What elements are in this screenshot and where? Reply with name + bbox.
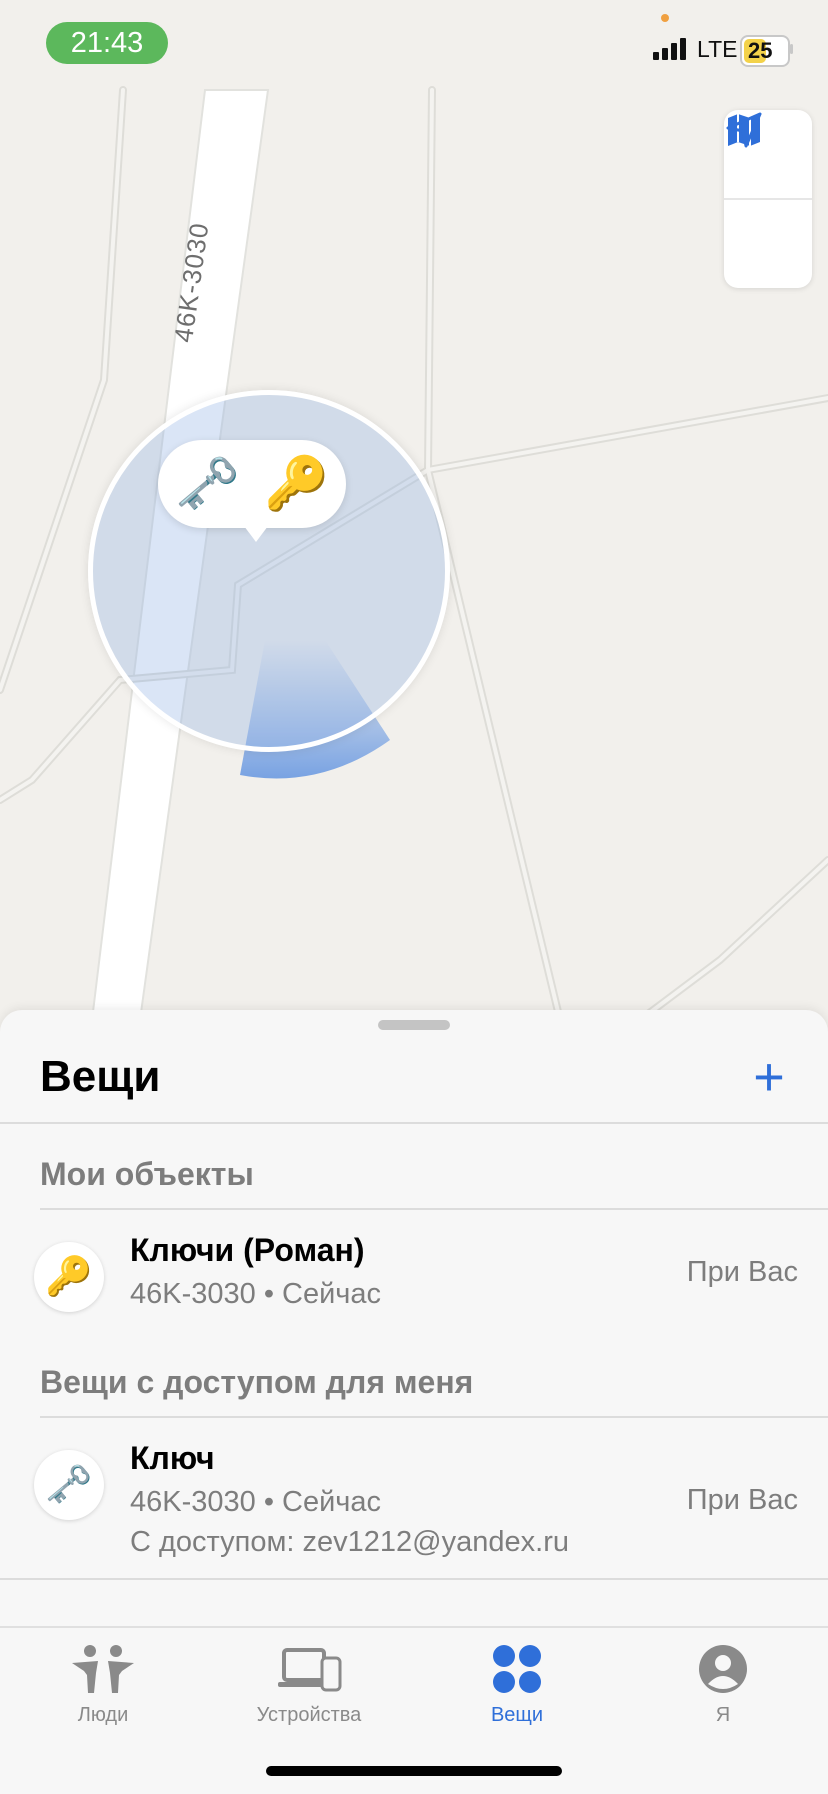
- item-status: При Вас: [686, 1256, 798, 1288]
- battery-icon: 25: [740, 35, 790, 67]
- items-callout[interactable]: 🗝️ 🔑: [158, 440, 346, 542]
- key-icon: 🔑: [34, 1242, 104, 1312]
- sheet-grabber[interactable]: [378, 1020, 450, 1030]
- page-title: Вещи: [40, 1052, 161, 1101]
- divider: [40, 1208, 828, 1210]
- map-view[interactable]: 46K-3030 🗝️ 🔑 21:43 LTE 25: [0, 0, 828, 1020]
- tab-me[interactable]: Я: [648, 1640, 798, 1727]
- item-status: При Вас: [686, 1484, 798, 1516]
- home-indicator[interactable]: [266, 1766, 562, 1776]
- old-key-icon: 🗝️: [175, 455, 240, 513]
- section-heading-my-items: Мои объекты: [40, 1156, 254, 1192]
- location-arrow-icon: [726, 112, 762, 148]
- tab-label: Устройства: [256, 1704, 362, 1726]
- item-name: Ключ: [130, 1440, 215, 1476]
- tab-label: Люди: [77, 1704, 129, 1726]
- tab-label: Я: [715, 1704, 731, 1726]
- old-key-icon: 🗝️: [34, 1450, 104, 1520]
- items-icon: [493, 1645, 541, 1693]
- key-icon: 🔑: [264, 455, 329, 513]
- network-type: LTE: [697, 36, 738, 62]
- privacy-indicator-dot: [661, 14, 669, 22]
- section-heading-shared-items: Вещи с доступом для меня: [40, 1364, 474, 1400]
- tab-devices[interactable]: Устройства: [234, 1640, 384, 1727]
- devices-icon: [278, 1648, 342, 1692]
- status-bar: 21:43 LTE 25: [0, 0, 828, 96]
- item-location: 46K-3030 • Сейчас: [130, 1486, 382, 1518]
- divider: [40, 1416, 828, 1418]
- battery-level: 25: [748, 38, 773, 63]
- item-name: Ключи (Роман): [130, 1232, 365, 1268]
- tab-people[interactable]: Люди: [28, 1640, 178, 1727]
- divider: [0, 1578, 828, 1580]
- status-time[interactable]: 21:43: [46, 22, 168, 64]
- battery-tip: [790, 44, 793, 54]
- map-controls: [724, 110, 812, 288]
- people-icon: [72, 1645, 134, 1693]
- add-item-button[interactable]: +: [744, 1050, 794, 1104]
- current-location-button[interactable]: [724, 112, 812, 288]
- tab-items[interactable]: Вещи: [442, 1640, 592, 1727]
- divider: [0, 1122, 828, 1124]
- tab-label: Вещи: [490, 1704, 544, 1726]
- me-icon: [699, 1645, 747, 1693]
- item-shared-by: С доступом: zev1212@yandex.ru: [130, 1526, 569, 1558]
- cellular-signal-icon: [653, 38, 686, 60]
- item-location: 46K-3030 • Сейчас: [130, 1278, 382, 1310]
